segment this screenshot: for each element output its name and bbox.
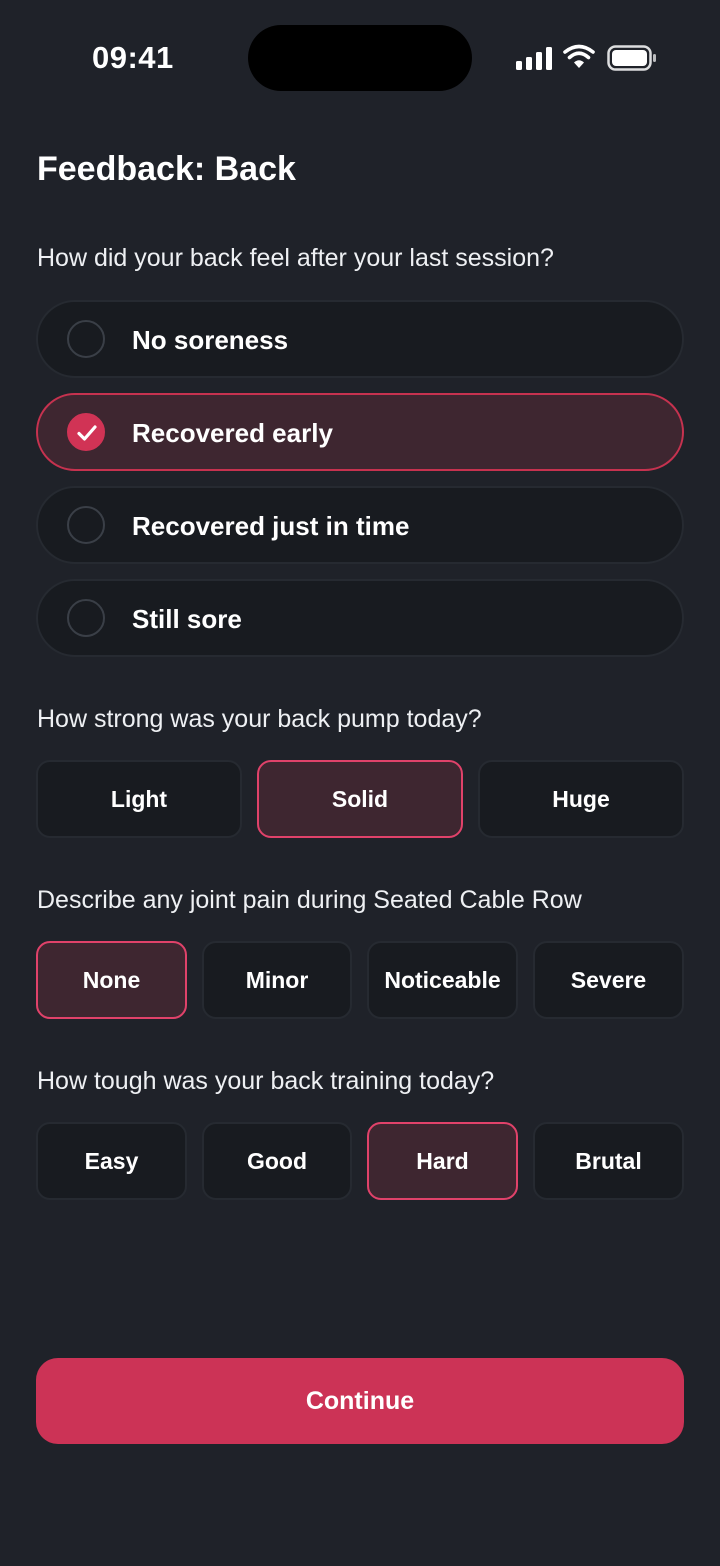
joint-pain-option-none[interactable]: None: [36, 941, 187, 1019]
pump-option-huge[interactable]: Huge: [478, 760, 684, 838]
dynamic-island: [248, 25, 472, 91]
difficulty-option-easy[interactable]: Easy: [36, 1122, 187, 1200]
radio-unchecked-icon: [67, 599, 105, 637]
radio-unchecked-icon: [67, 320, 105, 358]
difficulty-option-hard[interactable]: Hard: [367, 1122, 518, 1200]
battery-icon: [607, 45, 656, 71]
option-label: Still sore: [132, 604, 242, 634]
cellular-signal-icon: [516, 46, 552, 70]
difficulty-option-brutal[interactable]: Brutal: [533, 1122, 684, 1200]
difficulty-question: How tough was your back training today?: [37, 1067, 495, 1095]
status-time: 09:41: [92, 40, 174, 75]
option-label: No soreness: [132, 325, 289, 355]
joint-pain-option-severe[interactable]: Severe: [533, 941, 684, 1019]
soreness-option-recovered-early[interactable]: Recovered early: [36, 393, 684, 471]
pump-option-light[interactable]: Light: [36, 760, 242, 838]
option-label: Recovered early: [132, 418, 333, 448]
page-title: Feedback: Back: [37, 150, 296, 188]
joint-pain-option-minor[interactable]: Minor: [202, 941, 352, 1019]
pump-question: How strong was your back pump today?: [37, 705, 482, 733]
radio-checked-icon: [67, 413, 105, 451]
soreness-question: How did your back feel after your last s…: [37, 244, 554, 272]
pump-option-solid[interactable]: Solid: [257, 760, 463, 838]
soreness-option-no-soreness[interactable]: No soreness: [36, 300, 684, 378]
joint-pain-question: Describe any joint pain during Seated Ca…: [37, 886, 582, 914]
soreness-option-recovered-just-in-time[interactable]: Recovered just in time: [36, 486, 684, 564]
radio-unchecked-icon: [67, 506, 105, 544]
option-label: Recovered just in time: [132, 511, 410, 541]
difficulty-option-good[interactable]: Good: [202, 1122, 352, 1200]
status-bar: 09:41: [0, 0, 720, 116]
continue-button[interactable]: Continue: [36, 1358, 684, 1444]
soreness-option-still-sore[interactable]: Still sore: [36, 579, 684, 657]
wifi-icon: [563, 44, 595, 68]
joint-pain-option-noticeable[interactable]: Noticeable: [367, 941, 518, 1019]
